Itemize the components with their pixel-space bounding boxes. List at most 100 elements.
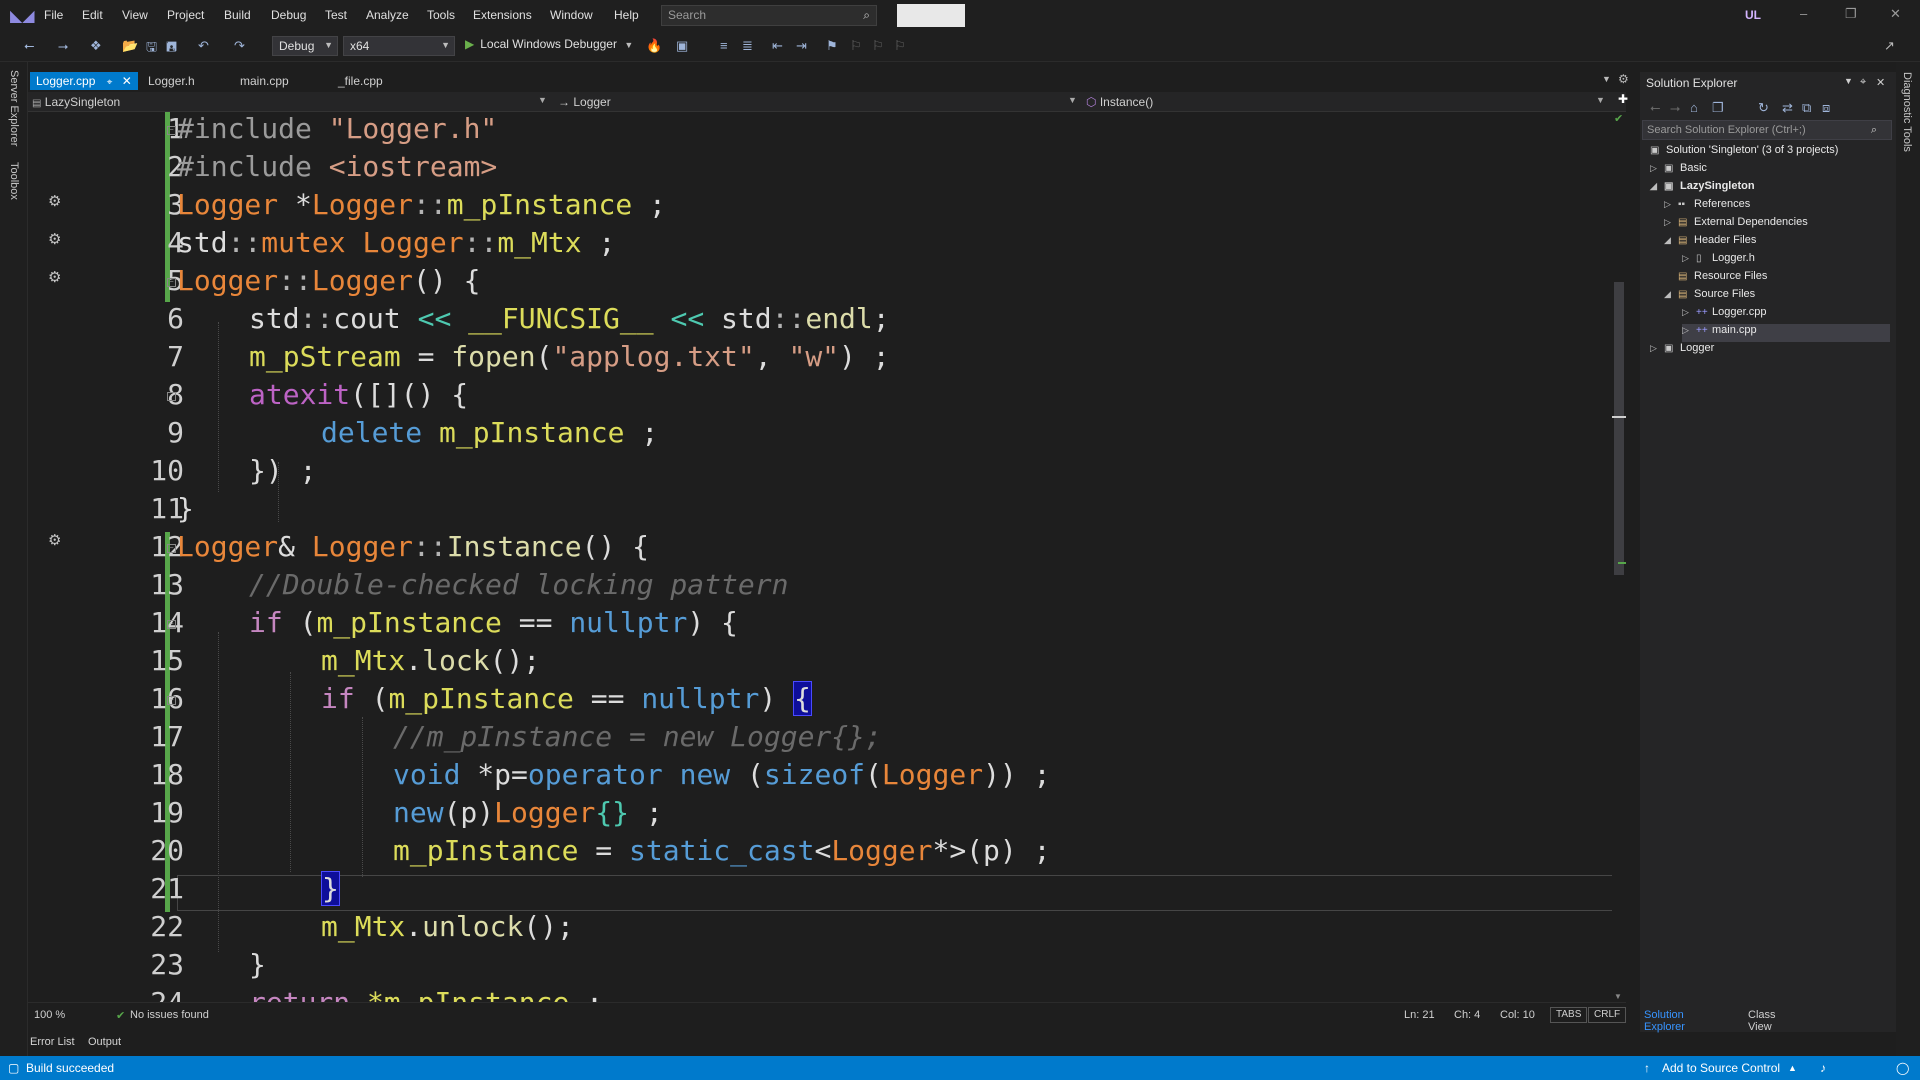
start-debugging-button[interactable]: ▶ Local Windows Debugger ▼ (465, 37, 633, 51)
back-icon[interactable]: ⭠ (1650, 100, 1660, 116)
menu-project[interactable]: Project (167, 8, 204, 22)
tab-logger-h[interactable]: Logger.h (142, 72, 201, 90)
tab-overflow-icon[interactable]: ▼ (1602, 74, 1611, 84)
screenshot-icon[interactable]: ▣ (676, 38, 688, 54)
forward-icon[interactable]: ⭢ (1670, 100, 1680, 116)
tab-output[interactable]: Output (88, 1036, 121, 1048)
tab-solution-explorer[interactable]: Solution Explorer (1644, 1009, 1685, 1033)
undo-icon[interactable]: ↶ (198, 38, 209, 54)
tree-item-basic[interactable]: ▷ ▣ Basic (1650, 162, 1707, 180)
expand-icon[interactable]: ▷ (1650, 343, 1664, 354)
type-scope-dropdown[interactable]: → Logger (558, 95, 611, 109)
outdent-icon[interactable]: ⇤ (772, 38, 783, 54)
next-bookmark-icon[interactable]: ⚐ (872, 38, 884, 54)
clear-bookmarks-icon[interactable]: ⚐ (894, 38, 906, 54)
sync-icon[interactable]: ⇄ (1782, 100, 1793, 116)
scroll-down-icon[interactable]: ▼ (1614, 992, 1622, 1001)
collapse-icon[interactable]: − (167, 278, 176, 287)
bookmark-icon[interactable]: ⚑ (826, 38, 838, 54)
expand-icon[interactable]: ▷ (1664, 199, 1678, 210)
live-share-icon[interactable]: ↗ (1884, 38, 1895, 54)
expand-icon[interactable]: ▷ (1664, 217, 1678, 228)
expand-icon[interactable]: ▷ (1682, 325, 1696, 336)
chevron-down-icon[interactable]: ▼ (1844, 76, 1853, 86)
indent-icon[interactable]: ⇥ (796, 38, 807, 54)
switch-views-icon[interactable]: ❐ (1712, 100, 1724, 116)
editor-scrollbar[interactable]: ✔ ▼ (1612, 112, 1626, 1002)
prev-bookmark-icon[interactable]: ⚐ (850, 38, 862, 54)
toolbox-tab[interactable]: Toolbox (8, 162, 20, 200)
notifications-bell-icon[interactable]: ♪ (1820, 1061, 1826, 1075)
open-folder-icon[interactable]: 📂 (122, 38, 138, 54)
collapse-icon[interactable]: − (167, 126, 176, 135)
expand-icon[interactable]: ▷ (1650, 163, 1664, 174)
add-to-source-control-button[interactable]: Add to Source Control (1662, 1061, 1780, 1075)
menu-edit[interactable]: Edit (82, 8, 103, 22)
close-tab-icon[interactable]: ✕ (122, 74, 132, 88)
minimize-icon[interactable]: – (1800, 6, 1807, 21)
forward-icon[interactable]: ⭢ (58, 38, 68, 54)
redo-icon[interactable]: ↷ (234, 38, 245, 54)
menu-extensions[interactable]: Extensions (473, 8, 532, 22)
expand-icon[interactable]: ▷ (1682, 307, 1696, 318)
zoom-level[interactable]: 100 % (34, 1009, 65, 1021)
menu-analyze[interactable]: Analyze (366, 8, 409, 22)
new-project-icon[interactable]: ❖ (90, 38, 102, 54)
menu-debug[interactable]: Debug (271, 8, 306, 22)
pin-icon[interactable]: ⌖ (107, 77, 113, 88)
tree-item-references[interactable]: ▷ ▪▪ References (1664, 198, 1750, 216)
user-avatar[interactable]: UL (1745, 8, 1761, 22)
scrollbar-thumb[interactable] (1614, 282, 1624, 575)
menu-test[interactable]: Test (325, 8, 347, 22)
tree-item-header-files[interactable]: ◢ ▤ Header Files (1664, 234, 1756, 252)
issues-status[interactable]: No issues found (130, 1009, 209, 1021)
diagnostic-tools-tab[interactable]: Diagnostic Tools (1901, 72, 1913, 152)
save-all-icon[interactable]: 🖪 (166, 38, 177, 60)
collapse-icon[interactable]: ◢ (1664, 289, 1678, 300)
restore-icon[interactable]: ❐ (1845, 6, 1857, 22)
menu-view[interactable]: View (122, 8, 148, 22)
split-editor-icon[interactable]: ✚ (1618, 92, 1628, 106)
back-icon[interactable]: ⭠ (24, 38, 34, 54)
collapse-icon[interactable]: − (167, 392, 176, 401)
whitespace-mode[interactable]: TABS (1550, 1007, 1588, 1023)
search-input[interactable]: Search ⌕ (661, 5, 877, 26)
expand-icon[interactable]: ▷ (1682, 253, 1696, 264)
tree-item-solution[interactable]: ▣ Solution 'Singleton' (3 of 3 projects) (1650, 144, 1838, 162)
platform-select[interactable]: x64 ▼ (343, 36, 455, 56)
menu-file[interactable]: File (44, 8, 63, 22)
tab-error-list[interactable]: Error List (30, 1036, 75, 1048)
tree-item-logger-project[interactable]: ▷ ▣ Logger (1650, 342, 1714, 360)
feedback-icon[interactable]: ◯ (1896, 1061, 1909, 1075)
pending-changes-icon[interactable]: ↻ (1758, 100, 1769, 116)
tree-item-main-cpp[interactable]: ▷ ++ main.cpp (1682, 324, 1890, 342)
hot-reload-icon[interactable]: 🔥 (646, 38, 662, 54)
collapse-icon[interactable]: ◢ (1664, 235, 1678, 246)
collapse-all-icon[interactable]: ⧉ (1802, 100, 1811, 116)
menu-help[interactable]: Help (614, 8, 639, 22)
collapse-icon[interactable]: − (167, 620, 176, 629)
project-scope-dropdown[interactable]: ▤ LazySingleton (32, 95, 120, 109)
menu-window[interactable]: Window (550, 8, 593, 22)
tree-item-resource-files[interactable]: ▤ Resource Files (1678, 270, 1767, 288)
code-editor[interactable]: ⚙ ⚙ ⚙ ⚙ 1 − #include "Logger.h" 2 #inclu… (28, 112, 1612, 1002)
tab-logger-cpp[interactable]: Logger.cpp ⌖ ✕ (30, 72, 138, 90)
server-explorer-tab[interactable]: Server Explorer (8, 70, 20, 146)
settings-gear-icon[interactable]: ⚙ (1618, 72, 1629, 86)
menu-build[interactable]: Build (224, 8, 251, 22)
tree-item-external-deps[interactable]: ▷ ▤ External Dependencies (1664, 216, 1808, 234)
configuration-select[interactable]: Debug ▼ (272, 36, 338, 56)
tab-file-cpp[interactable]: _file.cpp (332, 72, 389, 90)
align-icon[interactable]: ≣ (742, 38, 753, 54)
collapse-icon[interactable]: ◢ (1650, 181, 1664, 192)
tree-item-logger-cpp[interactable]: ▷ ++ Logger.cpp (1682, 306, 1766, 324)
solution-search-input[interactable]: Search Solution Explorer (Ctrl+;) ⌕ (1642, 120, 1892, 140)
close-window-icon[interactable]: ✕ (1890, 6, 1901, 22)
show-all-files-icon[interactable]: ⧈ (1822, 100, 1830, 116)
pin-icon[interactable]: ⌖ (1860, 76, 1866, 89)
tree-item-logger-h[interactable]: ▷ ▯ Logger.h (1682, 252, 1755, 270)
tab-class-view[interactable]: Class View (1748, 1009, 1776, 1033)
collapse-icon[interactable]: − (167, 544, 176, 553)
tree-item-lazysingleton[interactable]: ◢ ▣ LazySingleton (1650, 180, 1755, 198)
collapse-icon[interactable]: − (167, 696, 176, 705)
